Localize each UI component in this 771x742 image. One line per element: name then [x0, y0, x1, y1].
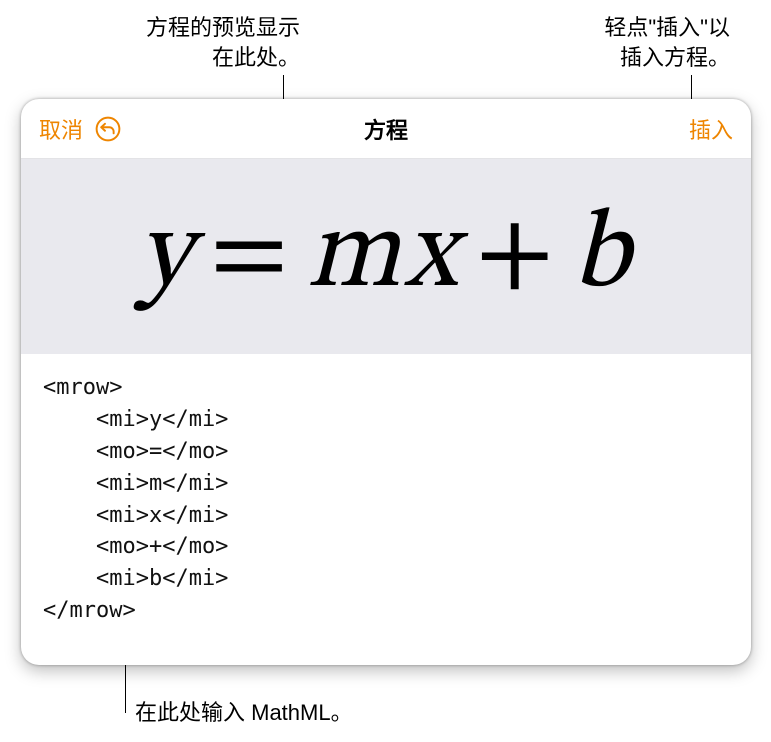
- preview-var-m: m: [307, 188, 405, 326]
- preview-op-plus: +: [461, 188, 572, 326]
- callout-preview: 方程的预览显示在此处。: [70, 13, 300, 72]
- preview-var-x: x: [404, 188, 461, 326]
- preview-var-y: y: [138, 188, 195, 326]
- modal-title: 方程: [21, 113, 751, 145]
- callout-insert: 轻点"插入"以插入方程。: [500, 13, 730, 72]
- modal-toolbar: 方程 取消 插入: [21, 99, 751, 159]
- undo-button[interactable]: [95, 116, 121, 142]
- toolbar-left-group: 取消: [39, 113, 121, 145]
- callout-mathml: 在此处输入 MathML。: [135, 698, 635, 728]
- insert-button[interactable]: 插入: [689, 113, 733, 145]
- preview-op-equals: =: [195, 188, 306, 326]
- equation-preview: y = m x + b: [21, 159, 751, 354]
- undo-icon: [95, 116, 121, 142]
- mathml-input[interactable]: <mrow> <mi>y</mi> <mo>=</mo> <mi>m</mi> …: [21, 354, 751, 645]
- cancel-button[interactable]: 取消: [39, 113, 83, 145]
- equation-editor-modal: 方程 取消 插入 y = m x + b <mrow> <mi>y</mi> <…: [21, 99, 751, 665]
- preview-var-b: b: [572, 188, 633, 326]
